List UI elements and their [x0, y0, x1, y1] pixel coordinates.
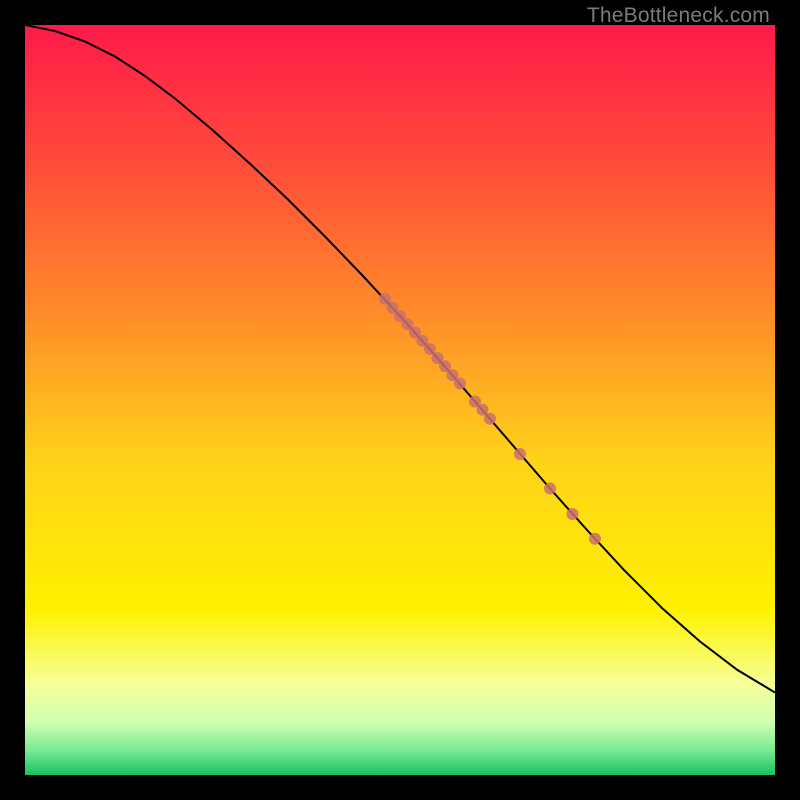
data-point: [544, 483, 556, 495]
chart-frame: [25, 25, 775, 775]
data-point: [567, 508, 579, 520]
data-point: [514, 448, 526, 460]
gradient-background: [25, 25, 775, 775]
data-point: [454, 378, 466, 390]
data-point: [484, 413, 496, 425]
chart-canvas: [25, 25, 775, 775]
data-point: [589, 533, 601, 545]
